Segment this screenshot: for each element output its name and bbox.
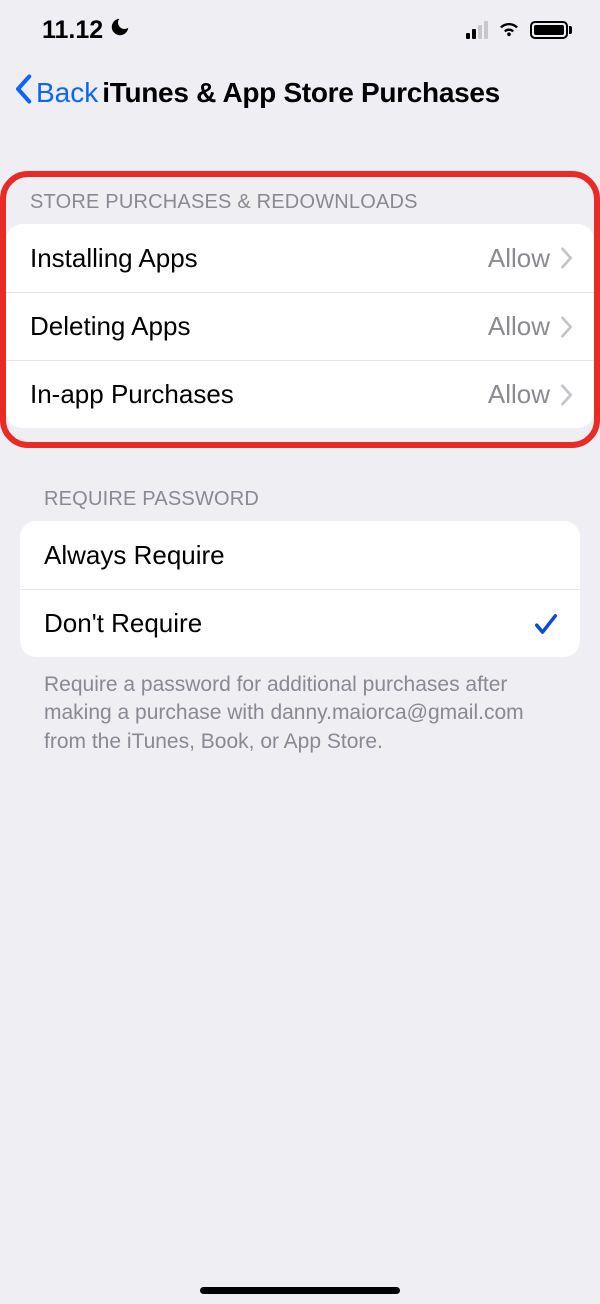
chevron-right-icon: [560, 384, 574, 406]
status-left: 11.12: [42, 16, 131, 45]
row-value: Allow: [488, 311, 550, 342]
row-always-require[interactable]: Always Require: [20, 521, 580, 589]
row-value: Allow: [488, 379, 550, 410]
row-value: Allow: [488, 243, 550, 274]
row-label: Always Require: [44, 540, 225, 571]
section-header-password: REQUIRE PASSWORD: [20, 488, 580, 521]
home-indicator[interactable]: [200, 1287, 400, 1294]
status-time: 11.12: [42, 16, 103, 45]
back-label: Back: [36, 77, 98, 109]
checkmark-icon: [532, 610, 560, 638]
chevron-left-icon: [12, 74, 34, 111]
battery-icon: [530, 21, 572, 39]
status-bar: 11.12: [0, 0, 600, 60]
store-purchases-section: STORE PURCHASES & REDOWNLOADS Installing…: [0, 171, 600, 448]
chevron-right-icon: [560, 316, 574, 338]
nav-header: Back iTunes & App Store Purchases: [0, 60, 600, 135]
require-password-section: REQUIRE PASSWORD Always Require Don't Re…: [0, 488, 600, 756]
section-header-store: STORE PURCHASES & REDOWNLOADS: [6, 191, 594, 224]
status-right: [466, 14, 572, 47]
store-purchases-card: Installing Apps Allow Deleting Apps Allo…: [6, 224, 594, 428]
row-dont-require[interactable]: Don't Require: [20, 589, 580, 657]
page-title: iTunes & App Store Purchases: [102, 77, 500, 109]
row-label: In-app Purchases: [30, 379, 234, 410]
row-label: Installing Apps: [30, 243, 198, 274]
row-installing-apps[interactable]: Installing Apps Allow: [6, 224, 594, 292]
back-button[interactable]: Back: [12, 74, 98, 111]
row-label: Don't Require: [44, 608, 202, 639]
row-deleting-apps[interactable]: Deleting Apps Allow: [6, 292, 594, 360]
row-in-app-purchases[interactable]: In-app Purchases Allow: [6, 360, 594, 428]
wifi-icon: [496, 14, 522, 47]
chevron-right-icon: [560, 247, 574, 269]
do-not-disturb-icon: [109, 16, 131, 45]
require-password-card: Always Require Don't Require: [20, 521, 580, 657]
cellular-signal-icon: [466, 21, 488, 39]
section-footer-note: Require a password for additional purcha…: [20, 657, 580, 756]
row-label: Deleting Apps: [30, 311, 190, 342]
